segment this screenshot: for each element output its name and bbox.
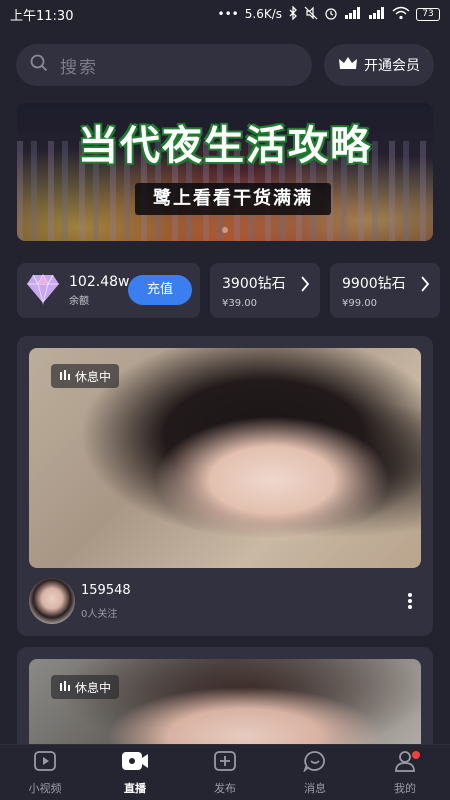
- wallet-row: 102.48w 余额 充值 3900钻石 ¥39.00 9900钻石 ¥99.0…: [17, 263, 450, 318]
- live-status-text: 休息中: [75, 680, 112, 695]
- bars-icon: [59, 369, 71, 384]
- promo-banner[interactable]: 当代夜生活攻略 鹭上看看干货满满: [17, 103, 433, 241]
- tab-messages[interactable]: 消息: [270, 745, 360, 800]
- tab-label: 消息: [304, 781, 326, 795]
- plus-icon: [213, 750, 237, 776]
- battery-icon: 73: [416, 7, 440, 21]
- balance-text: 102.48w 余额: [69, 274, 129, 307]
- tab-short-video[interactable]: 小视频: [0, 745, 90, 800]
- bluetooth-icon: [288, 4, 298, 23]
- package-price: ¥39.00: [222, 298, 257, 309]
- diamond-package-9900[interactable]: 9900钻石 ¥99.00: [330, 263, 440, 318]
- diamond-package-3900[interactable]: 3900钻石 ¥39.00: [210, 263, 320, 318]
- network-speed: 5.6K/s: [244, 7, 282, 21]
- tab-label: 小视频: [28, 781, 62, 795]
- stream-cover-image[interactable]: 休息中: [29, 659, 421, 757]
- streamer-name: 159548: [81, 583, 131, 598]
- topup-button[interactable]: 充值: [128, 275, 192, 305]
- live-status-text: 休息中: [75, 369, 112, 384]
- crown-icon: [338, 55, 358, 75]
- tab-live[interactable]: 直播: [90, 745, 180, 800]
- search-icon: [30, 54, 48, 76]
- message-icon: [303, 750, 327, 776]
- status-time: 上午11:30: [10, 8, 74, 24]
- status-icons: ••• 5.6K/s 73: [217, 4, 440, 23]
- balance-value: 102.48w: [69, 274, 130, 290]
- alarm-icon: [324, 6, 338, 23]
- search-placeholder: 搜索: [60, 57, 98, 78]
- signal-icon: [368, 6, 386, 23]
- signal-hd-icon: [344, 6, 362, 23]
- notification-dot: [412, 751, 421, 759]
- banner-subtitle: 鹭上看看干货满满: [135, 183, 331, 215]
- app-screen: 上午11:30 ••• 5.6K/s 73 搜索 开通会员 当代夜生活攻略 鹭上…: [0, 0, 450, 800]
- more-options-icon[interactable]: [407, 592, 413, 614]
- stream-card[interactable]: 休息中 159548 0人关注: [17, 336, 433, 636]
- balance-label: 余额: [69, 296, 89, 307]
- more-dots-icon: •••: [217, 7, 239, 21]
- follower-count: 0人关注: [81, 609, 118, 620]
- package-price: ¥99.00: [342, 298, 377, 309]
- camera-icon: [121, 750, 149, 776]
- banner-title: 当代夜生活攻略: [78, 123, 372, 169]
- tab-profile[interactable]: 我的: [360, 745, 450, 800]
- stream-cover-image[interactable]: 休息中: [29, 348, 421, 568]
- banner-dot: [222, 227, 228, 233]
- play-icon: [33, 750, 57, 776]
- bottom-tab-bar: 小视频 直播 发布 消息 我的: [0, 744, 450, 800]
- live-status-badge: 休息中: [51, 364, 120, 388]
- wifi-icon: [392, 6, 410, 23]
- tab-publish[interactable]: 发布: [180, 745, 270, 800]
- vip-label: 开通会员: [364, 58, 420, 74]
- bars-icon: [59, 680, 71, 695]
- mute-icon: [304, 6, 318, 23]
- balance-card: 102.48w 余额 充值: [17, 263, 200, 318]
- vip-button[interactable]: 开通会员: [324, 44, 434, 86]
- status-bar: 上午11:30 ••• 5.6K/s 73: [0, 0, 450, 28]
- tab-label: 我的: [394, 781, 416, 795]
- avatar[interactable]: [29, 578, 75, 624]
- search-row: 搜索 开通会员: [16, 44, 434, 86]
- diamond-icon: [25, 273, 61, 309]
- banner-pagination: [17, 227, 433, 233]
- chevron-right-icon: [300, 275, 310, 297]
- streamer-info: 159548 0人关注: [29, 578, 421, 626]
- chevron-right-icon: [420, 275, 430, 297]
- stream-card[interactable]: 休息中: [17, 647, 433, 757]
- tab-label: 直播: [124, 781, 146, 795]
- live-status-badge: 休息中: [51, 675, 120, 699]
- search-input[interactable]: 搜索: [16, 44, 312, 86]
- tab-label: 发布: [214, 781, 236, 795]
